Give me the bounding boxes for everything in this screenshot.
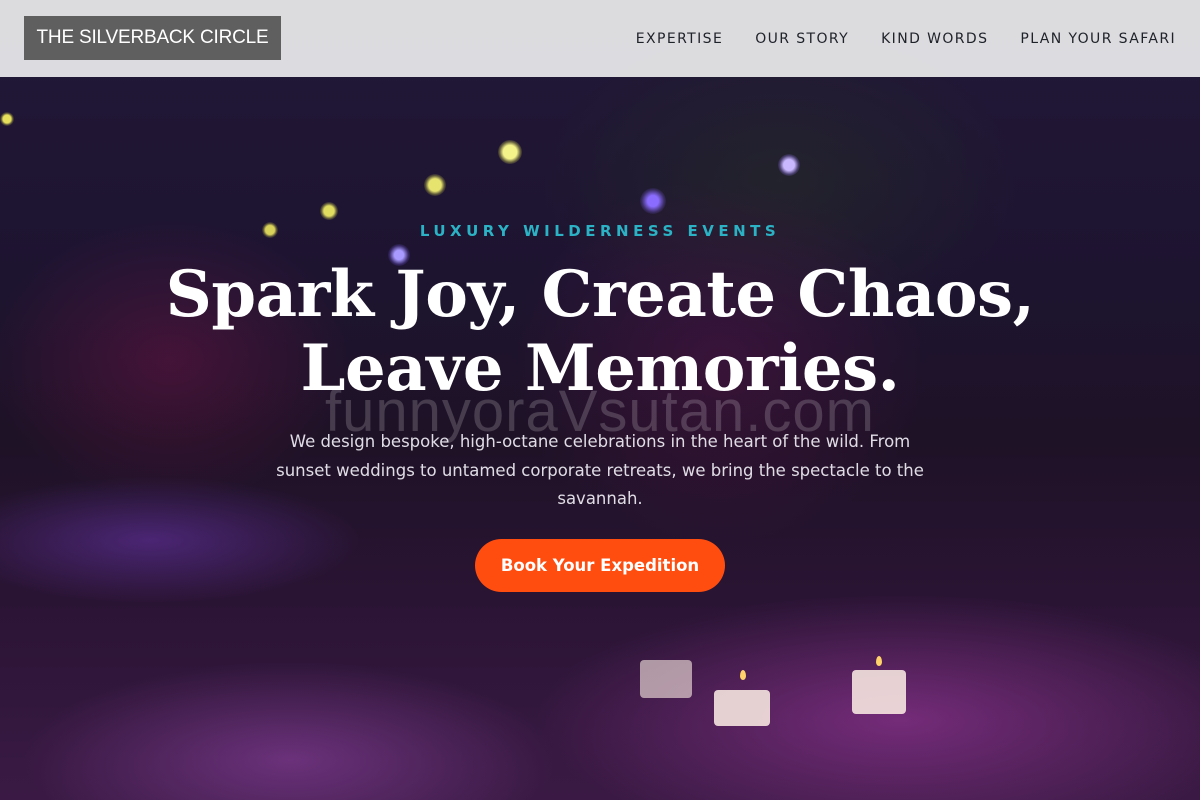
- site-logo[interactable]: THE SILVERBACK CIRCLE: [24, 16, 281, 60]
- headline-line-2: Leave Memories.: [300, 331, 900, 406]
- stage-light: [0, 112, 14, 126]
- hero-description: We design bespoke, high-octane celebrati…: [276, 432, 924, 508]
- nav-link-expertise[interactable]: EXPERTISE: [636, 31, 723, 47]
- nav-link-plan-your-safari[interactable]: PLAN YOUR SAFARI: [1020, 31, 1176, 47]
- top-navbar: THE SILVERBACK CIRCLE EXPERTISE OUR STOR…: [0, 0, 1200, 77]
- candle-flame: [876, 656, 882, 666]
- table-candle: [852, 670, 906, 714]
- table-candle: [640, 660, 692, 698]
- stage-light: [320, 202, 338, 220]
- stage-light: [640, 188, 666, 214]
- main-nav: EXPERTISE OUR STORY KIND WORDS PLAN YOUR…: [604, 0, 1176, 77]
- hero-eyebrow: LUXURY WILDERNESS EVENTS: [419, 222, 781, 240]
- nav-link-kind-words[interactable]: KIND WORDS: [881, 31, 988, 47]
- candle-flame: [740, 670, 746, 680]
- nav-link-our-story[interactable]: OUR STORY: [755, 31, 849, 47]
- stage-light: [498, 140, 522, 164]
- stage-light: [778, 154, 800, 176]
- headline-line-1: Spark Joy, Create Chaos,: [165, 257, 1035, 332]
- hero-headline: Spark Joy, Create Chaos, Leave Memories.: [100, 258, 1100, 406]
- stage-light: [424, 174, 446, 196]
- table-candle: [714, 690, 770, 726]
- book-expedition-button[interactable]: Book Your Expedition: [475, 539, 725, 592]
